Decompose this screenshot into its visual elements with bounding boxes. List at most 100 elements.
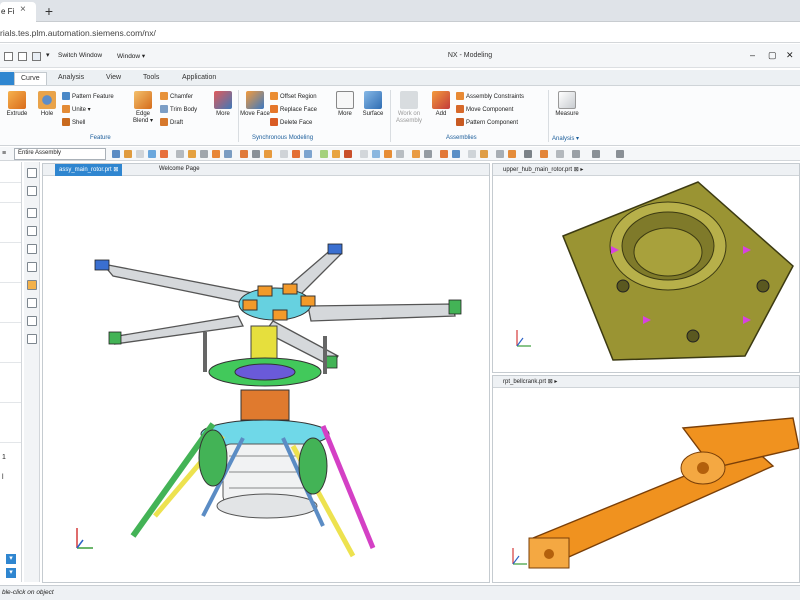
- process-studio-icon[interactable]: [27, 316, 37, 326]
- pattern-feature-button[interactable]: Pattern Feature: [62, 92, 114, 102]
- surface-button[interactable]: Surface: [358, 91, 388, 118]
- tab-tools[interactable]: Tools: [137, 72, 165, 85]
- bellcrank-graphics-window[interactable]: rpt_bellcrank.prt ⊠ ▸: [492, 375, 800, 583]
- mid-point-icon[interactable]: [200, 150, 208, 158]
- quadrant-icon[interactable]: [264, 150, 272, 158]
- existing-point-icon[interactable]: [280, 150, 288, 158]
- web-browser-icon[interactable]: [27, 262, 37, 272]
- point-on-face-icon[interactable]: [304, 150, 312, 158]
- shell-button[interactable]: Shell: [62, 118, 85, 128]
- delete-face-button[interactable]: Delete Face: [270, 118, 312, 128]
- tab-view[interactable]: View: [100, 72, 127, 85]
- move-face-button[interactable]: Move Face: [240, 91, 270, 118]
- pole-icon[interactable]: [332, 150, 340, 158]
- filter-icon[interactable]: [136, 150, 144, 158]
- tab-application[interactable]: Application: [176, 72, 222, 85]
- scroll-down-icon[interactable]: ▾: [6, 554, 16, 564]
- snap-icon[interactable]: [124, 150, 132, 158]
- work-on-assembly-button[interactable]: Work on Assembly: [394, 91, 424, 125]
- render-style-icon[interactable]: [440, 150, 448, 158]
- maximize-icon[interactable]: ▢: [768, 50, 777, 61]
- arc-center-icon[interactable]: [240, 150, 248, 158]
- select-feature-icon[interactable]: [148, 150, 156, 158]
- rotate-icon[interactable]: [412, 150, 420, 158]
- intersection-icon[interactable]: [224, 150, 232, 158]
- tangent-icon[interactable]: [252, 150, 260, 158]
- control-point-icon[interactable]: [212, 150, 220, 158]
- hd3d-tools-icon[interactable]: [27, 244, 37, 254]
- measure-button[interactable]: Measure: [552, 91, 582, 118]
- more-synch-button[interactable]: More: [330, 91, 360, 118]
- reuse-library-icon[interactable]: [27, 226, 37, 236]
- part-navigator-icon[interactable]: [27, 208, 37, 218]
- select-icon[interactable]: [112, 150, 120, 158]
- assembly-navigator-icon[interactable]: [27, 168, 37, 178]
- tab-upper-hub-main-rotor[interactable]: upper_hub_main_rotor.prt ⊠ ▸: [499, 164, 587, 176]
- browser-tab[interactable]: e Fi: [0, 2, 36, 22]
- selection-scope-dropdown[interactable]: Entire Assembly: [14, 148, 106, 160]
- system-materials-icon[interactable]: [27, 298, 37, 308]
- preferences-icon[interactable]: [616, 150, 624, 158]
- section-icon[interactable]: [480, 150, 488, 158]
- menu-icon[interactable]: ≡: [2, 150, 11, 158]
- address-bar[interactable]: rials.tes.plm.automation.siemens.com/nx/: [0, 23, 800, 43]
- tab-analysis[interactable]: Analysis: [52, 72, 90, 85]
- assembly-constraints-button[interactable]: Assembly Constraints: [456, 92, 524, 102]
- navigator-row: [0, 362, 21, 363]
- add-component-button[interactable]: Add: [426, 91, 456, 118]
- replace-face-button[interactable]: Replace Face: [270, 105, 317, 115]
- edge-blend-icon: [134, 91, 152, 109]
- chamfer-button[interactable]: Chamfer: [160, 92, 193, 102]
- browser-tab-title: e Fi: [1, 7, 15, 16]
- camera-icon[interactable]: [524, 150, 532, 158]
- bounded-grid-icon[interactable]: [320, 150, 328, 158]
- collapse-icon[interactable]: ▾: [6, 568, 16, 578]
- ribbon-separator: [548, 90, 549, 142]
- constraint-navigator-icon[interactable]: [27, 186, 37, 196]
- file-tab[interactable]: [0, 72, 14, 85]
- new-tab-button[interactable]: +: [40, 2, 58, 20]
- end-point-icon[interactable]: [188, 150, 196, 158]
- zoom-icon[interactable]: [384, 150, 392, 158]
- tab-curve[interactable]: Curve: [14, 72, 47, 85]
- tab-rpt-bellcrank[interactable]: rpt_bellcrank.prt ⊠ ▸: [499, 376, 561, 388]
- wcs-icon[interactable]: [508, 150, 516, 158]
- roles-icon[interactable]: [27, 334, 37, 344]
- view-icon[interactable]: [360, 150, 368, 158]
- curve-snap-icon[interactable]: [176, 150, 184, 158]
- trim-body-button[interactable]: Trim Body: [160, 105, 197, 115]
- part-navigator[interactable]: 1 l ▾ ▾: [0, 162, 22, 582]
- pattern-component-button[interactable]: Pattern Component: [456, 118, 518, 128]
- hub-graphics-window[interactable]: upper_hub_main_rotor.prt ⊠ ▸: [492, 163, 800, 373]
- lighting-icon[interactable]: [540, 150, 548, 158]
- main-graphics-window[interactable]: assy_main_rotor.prt ⊠ Welcome Page: [42, 163, 490, 583]
- hole-button[interactable]: Hole: [32, 91, 62, 118]
- tab-welcome-page[interactable]: Welcome Page: [155, 164, 204, 176]
- shaded-icon[interactable]: [452, 150, 460, 158]
- draft-button[interactable]: Draft: [160, 118, 183, 128]
- extrude-button[interactable]: Extrude: [2, 91, 32, 118]
- options-icon[interactable]: [572, 150, 580, 158]
- orient-icon[interactable]: [424, 150, 432, 158]
- point-icon[interactable]: [160, 150, 168, 158]
- history-icon[interactable]: [27, 280, 37, 290]
- display-icon[interactable]: [592, 150, 600, 158]
- navigator-row: [0, 202, 21, 203]
- work-layer-icon[interactable]: [496, 150, 504, 158]
- move-component-button[interactable]: Move Component: [456, 105, 513, 115]
- more-feature-button[interactable]: More: [208, 91, 238, 118]
- close-tab-icon[interactable]: ×: [20, 4, 26, 15]
- offset-region-button[interactable]: Offset Region: [270, 92, 317, 102]
- edge-blend-button[interactable]: Edge Blend ▾: [128, 91, 158, 125]
- coordinate-triad: [512, 548, 527, 565]
- grid-toggle-icon[interactable]: [556, 150, 564, 158]
- point-on-curve-icon[interactable]: [292, 150, 300, 158]
- minimize-icon[interactable]: –: [750, 50, 755, 60]
- unite-button[interactable]: Unite ▾: [62, 105, 91, 115]
- tab-assy-main-rotor[interactable]: assy_main_rotor.prt ⊠: [55, 164, 123, 176]
- pan-icon[interactable]: [396, 150, 404, 158]
- close-icon[interactable]: ✕: [786, 50, 794, 61]
- node-icon[interactable]: [344, 150, 352, 158]
- fit-icon[interactable]: [372, 150, 380, 158]
- layer-icon[interactable]: [468, 150, 476, 158]
